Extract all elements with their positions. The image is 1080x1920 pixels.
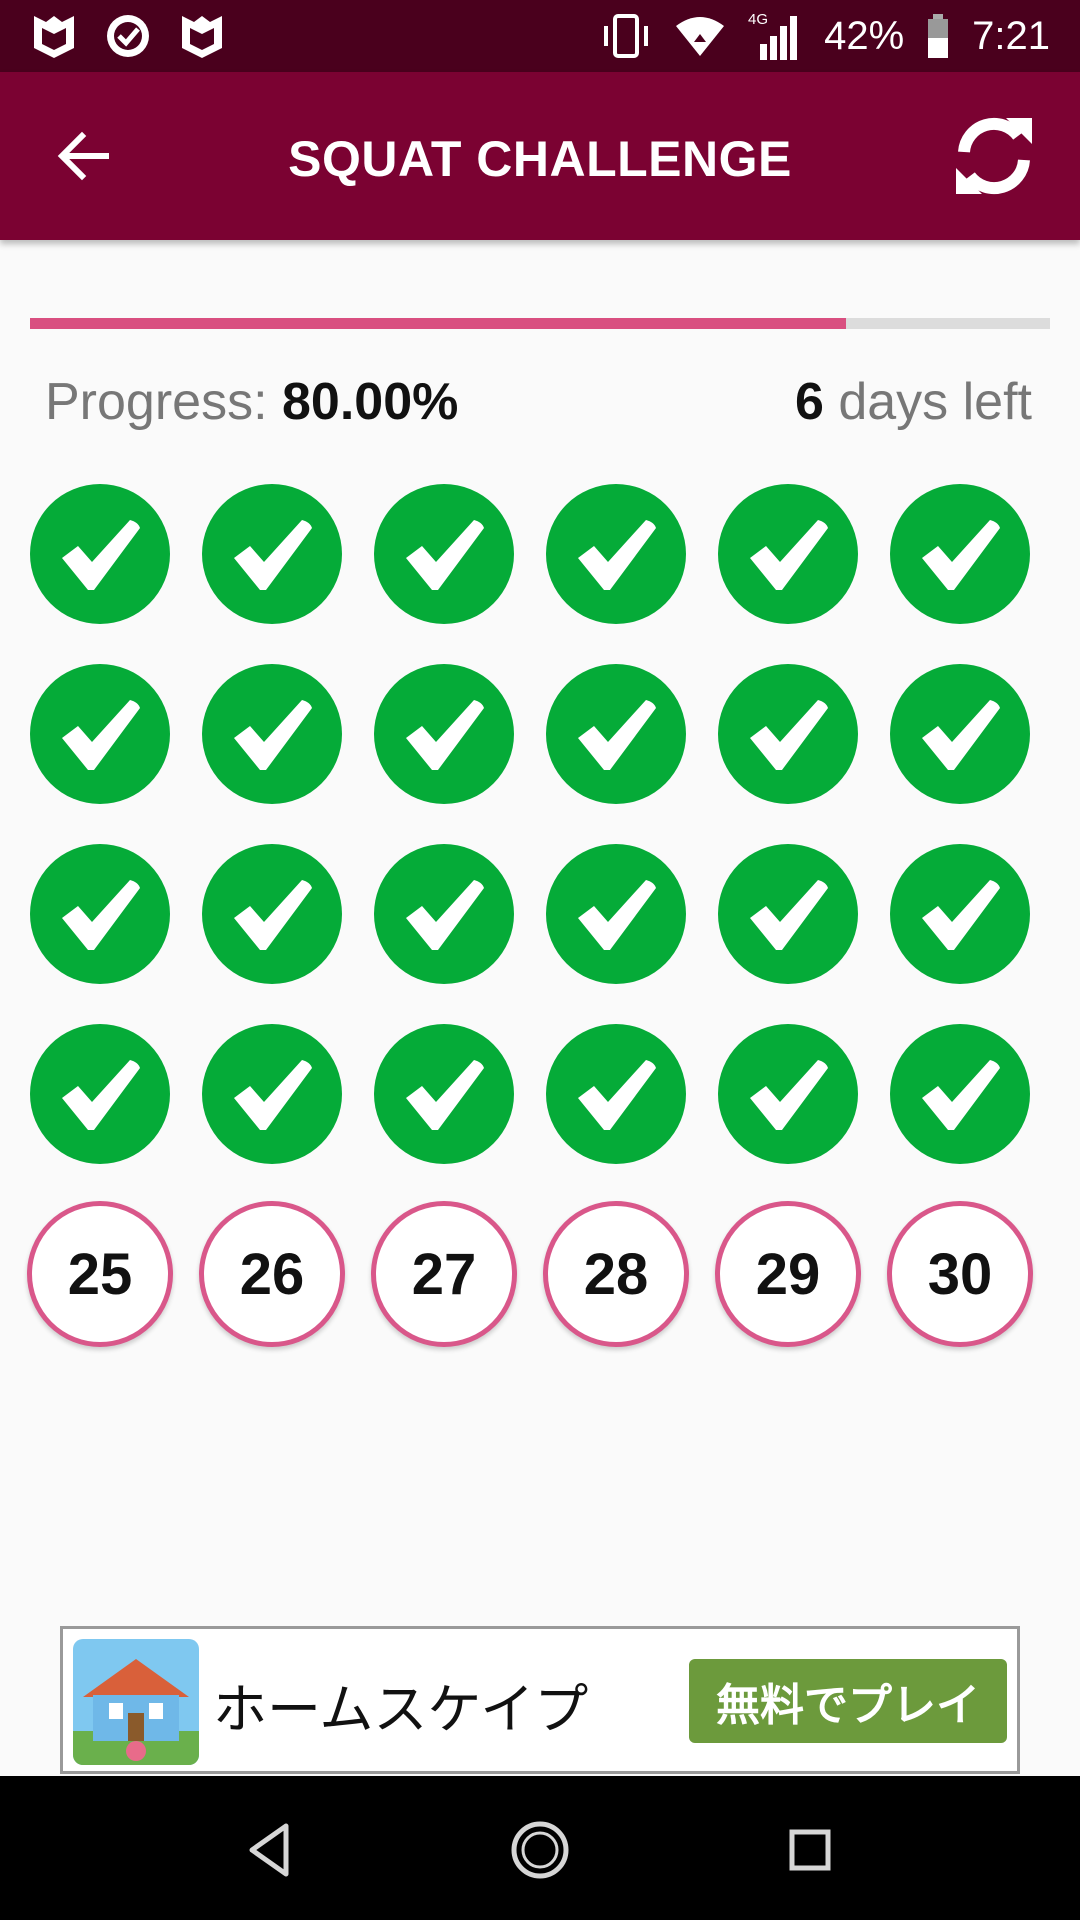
checkmark-icon	[406, 1060, 484, 1130]
ad-banner[interactable]: ホームスケイプ 無料でプレイ	[60, 1626, 1020, 1774]
checkmark-icon	[62, 880, 140, 950]
day-completed[interactable]	[546, 664, 686, 804]
day-completed[interactable]	[202, 484, 342, 624]
checkmark-icon	[62, 520, 140, 590]
day-pending[interactable]: 28	[543, 1201, 689, 1347]
day-number: 27	[411, 1241, 477, 1307]
checkmark-icon	[234, 880, 312, 950]
refresh-icon	[956, 117, 1032, 195]
network-label: 4G	[748, 11, 768, 28]
day-completed[interactable]	[30, 844, 170, 984]
checkmark-icon	[578, 1060, 656, 1130]
day-completed[interactable]	[718, 484, 858, 624]
days-left-label: days left	[823, 373, 1032, 431]
day-grid: 25 26 27 28 29 30	[27, 484, 1050, 1347]
checkmark-icon	[578, 520, 656, 590]
day-number: 26	[239, 1241, 305, 1307]
day-completed[interactable]	[30, 1024, 170, 1164]
checkmark-icon	[922, 700, 1000, 770]
page-title: SQUAT CHALLENGE	[288, 131, 792, 187]
nav-recents-button[interactable]	[778, 1818, 842, 1882]
day-completed[interactable]	[374, 1024, 514, 1164]
ad-app-icon	[73, 1639, 199, 1765]
day-completed[interactable]	[546, 484, 686, 624]
ad-title: ホームスケイプ	[213, 1680, 589, 1740]
day-completed[interactable]	[890, 664, 1030, 804]
checkmark-icon	[922, 1060, 1000, 1130]
progress-bar-fill	[30, 318, 846, 329]
day-completed[interactable]	[718, 844, 858, 984]
wifi-icon	[676, 17, 725, 56]
progress-bar	[30, 318, 1050, 329]
checkmark-icon	[234, 520, 312, 590]
square-recents-icon	[789, 1829, 831, 1871]
vibrate-icon	[604, 14, 649, 58]
day-completed[interactable]	[30, 664, 170, 804]
day-pending[interactable]: 30	[887, 1201, 1033, 1347]
checkmark-icon	[922, 880, 1000, 950]
navigation-bar	[0, 1776, 1080, 1920]
day-pending[interactable]: 25	[27, 1201, 173, 1347]
day-number: 30	[927, 1241, 993, 1307]
checkmark-icon	[406, 700, 484, 770]
reset-button[interactable]	[952, 112, 1036, 200]
signal-icon: 4G	[748, 11, 798, 60]
checkmark-icon	[62, 1060, 140, 1130]
day-pending[interactable]: 27	[371, 1201, 517, 1347]
mcafee-icon	[182, 16, 222, 58]
battery-icon	[928, 14, 949, 58]
day-completed[interactable]	[374, 844, 514, 984]
ad-play-button[interactable]: 無料でプレイ	[689, 1659, 1007, 1743]
day-completed[interactable]	[202, 1024, 342, 1164]
day-completed[interactable]	[30, 484, 170, 624]
checkmark-icon	[62, 700, 140, 770]
checkmark-icon	[750, 1060, 828, 1130]
day-completed[interactable]	[890, 844, 1030, 984]
status-bar: 4G 42% 7:21	[0, 0, 1080, 72]
app-bar: SQUAT CHALLENGE	[0, 72, 1080, 240]
day-completed[interactable]	[546, 1024, 686, 1164]
checkmark-icon	[234, 1060, 312, 1130]
nav-back-button[interactable]	[238, 1818, 302, 1882]
checkmark-icon	[750, 520, 828, 590]
progress-label-text: Progress:	[45, 373, 282, 431]
day-completed[interactable]	[374, 664, 514, 804]
day-pending[interactable]: 26	[199, 1201, 345, 1347]
day-completed[interactable]	[374, 484, 514, 624]
checkmark-icon	[750, 880, 828, 950]
days-left: 6 days left	[795, 372, 1032, 432]
checkmark-icon	[234, 700, 312, 770]
checkmark-icon	[406, 880, 484, 950]
day-completed[interactable]	[202, 844, 342, 984]
clock: 7:21	[972, 13, 1050, 58]
progress-value: 80.00%	[281, 373, 459, 431]
checkmark-icon	[578, 700, 656, 770]
nav-home-button[interactable]	[508, 1818, 572, 1882]
day-completed[interactable]	[202, 664, 342, 804]
day-completed[interactable]	[718, 1024, 858, 1164]
day-number: 28	[583, 1241, 649, 1307]
day-completed[interactable]	[890, 1024, 1030, 1164]
day-completed[interactable]	[546, 844, 686, 984]
checkmark-icon	[406, 520, 484, 590]
battery-percent: 42%	[824, 13, 905, 58]
checkmark-icon	[578, 880, 656, 950]
triangle-back-icon	[249, 1823, 289, 1877]
check-badge-icon	[107, 15, 149, 57]
checkmark-icon	[750, 700, 828, 770]
day-completed[interactable]	[890, 484, 1030, 624]
circle-home-icon	[511, 1821, 569, 1879]
checkmark-icon	[922, 520, 1000, 590]
day-pending[interactable]: 29	[715, 1201, 861, 1347]
day-number: 25	[67, 1241, 133, 1307]
notification-icons	[30, 12, 226, 60]
progress-label: Progress: 80.00%	[45, 372, 458, 432]
days-left-count: 6	[794, 373, 824, 431]
day-completed[interactable]	[718, 664, 858, 804]
mcafee-icon	[34, 16, 74, 58]
day-number: 29	[755, 1241, 821, 1307]
system-status: 4G 42% 7:21	[600, 10, 1050, 62]
